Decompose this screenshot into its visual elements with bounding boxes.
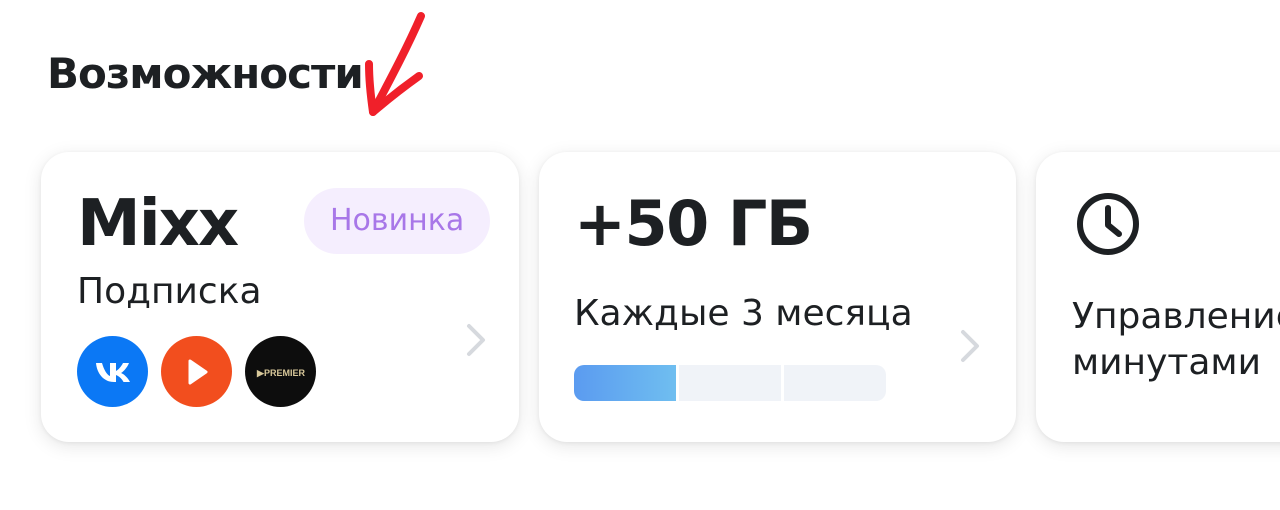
- progress-segment: [679, 365, 781, 401]
- data-bonus-progress: [574, 365, 886, 401]
- mixx-title: Mixx: [77, 187, 239, 261]
- new-badge: Новинка: [304, 188, 491, 254]
- premier-logo-icon: ▶PREMIER: [245, 336, 316, 407]
- minutes-management-card[interactable]: Управление минутами: [1036, 152, 1280, 442]
- data-bonus-period: Каждые 3 месяца: [574, 293, 913, 334]
- clock-icon: [1077, 193, 1139, 255]
- data-bonus-card[interactable]: +50 ГБ Каждые 3 месяца: [539, 152, 1016, 442]
- service-icons: ▶PREMIER: [77, 336, 316, 407]
- subscription-label: Подписка: [77, 271, 262, 312]
- mixx-subscription-card[interactable]: Mixx Новинка Подписка ▶PREMIER: [41, 152, 519, 442]
- section-title: Возможности: [47, 49, 364, 98]
- chevron-right-icon: [961, 330, 979, 362]
- page: Возможности Mixx Новинка Подписка ▶PREMI…: [0, 0, 1280, 510]
- minutes-label-line-2: минутами: [1072, 342, 1261, 383]
- vk-logo-icon: [77, 336, 148, 407]
- premier-logo-text: ▶PREMIER: [256, 368, 305, 378]
- progress-segment: [574, 365, 676, 401]
- minutes-management-label: Управление минутами: [1072, 294, 1280, 386]
- play-logo-icon: [161, 336, 232, 407]
- data-bonus-value: +50 ГБ: [574, 187, 813, 260]
- minutes-label-line-1: Управление: [1072, 296, 1280, 337]
- progress-segment: [784, 365, 886, 401]
- annotation-arrow-icon: [365, 12, 425, 116]
- chevron-right-icon: [467, 324, 485, 356]
